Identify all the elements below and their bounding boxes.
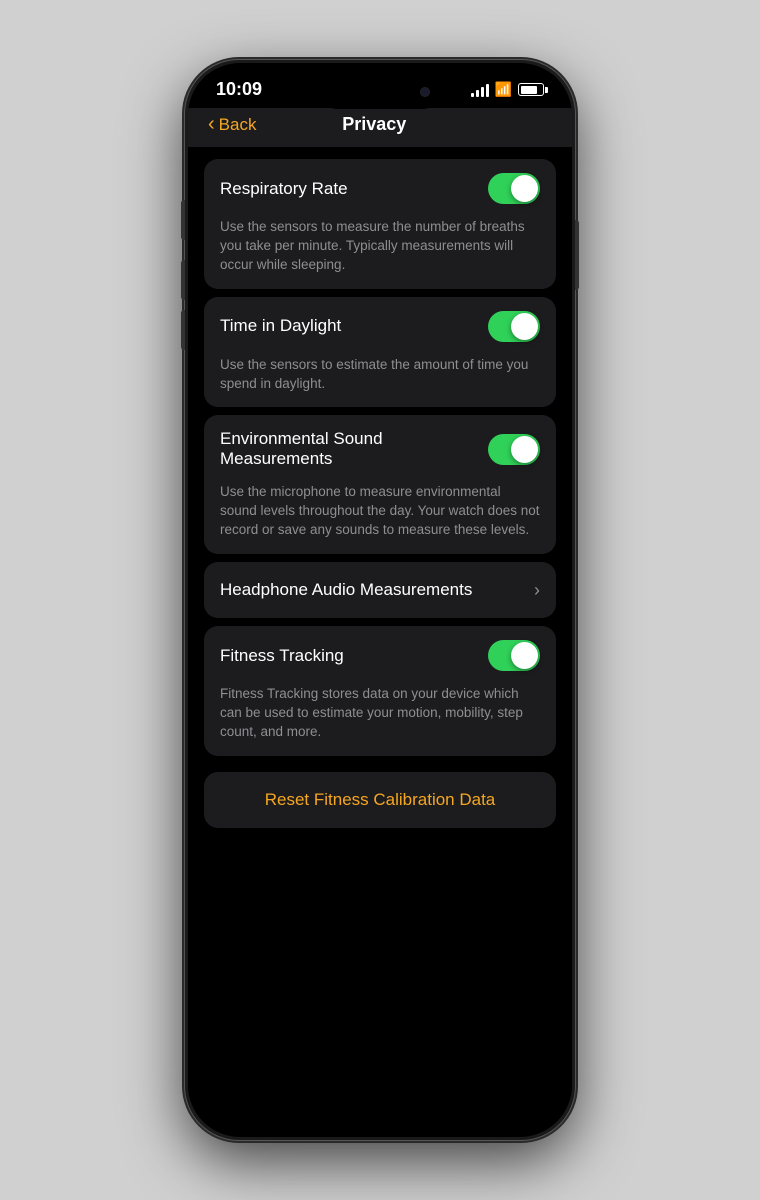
toggle-knob — [511, 642, 538, 669]
back-label: Back — [219, 115, 257, 135]
headphone-audio-label: Headphone Audio Measurements — [220, 580, 526, 600]
reset-fitness-button[interactable]: Reset Fitness Calibration Data — [204, 772, 556, 828]
environmental-sound-toggle[interactable] — [488, 434, 540, 465]
status-bar: 10:09 📶 — [188, 63, 572, 108]
wifi-icon: 📶 — [495, 81, 512, 98]
time-in-daylight-description: Use the sensors to estimate the amount o… — [204, 356, 556, 408]
environmental-sound-description: Use the microphone to measure environmen… — [204, 483, 556, 554]
environmental-sound-label: Environmental Sound Measurements — [220, 429, 488, 469]
environmental-sound-card: Environmental Sound Measurements Use the… — [204, 415, 556, 554]
camera-dot — [420, 87, 430, 97]
status-time: 10:09 — [216, 79, 262, 100]
fitness-tracking-card: Fitness Tracking Fitness Tracking stores… — [204, 626, 556, 756]
back-chevron-icon: ‹ — [208, 114, 215, 134]
fitness-tracking-toggle[interactable] — [488, 640, 540, 671]
page-title: Privacy — [256, 114, 492, 135]
scroll-content[interactable]: Respiratory Rate Use the sensors to meas… — [188, 147, 572, 1101]
battery-icon — [518, 83, 544, 96]
respiratory-rate-label: Respiratory Rate — [220, 179, 488, 199]
respiratory-rate-toggle[interactable] — [488, 173, 540, 204]
headphone-audio-row[interactable]: Headphone Audio Measurements › — [204, 562, 556, 618]
nav-bar: ‹ Back Privacy — [188, 108, 572, 147]
toggle-knob — [511, 175, 538, 202]
dynamic-island — [320, 75, 440, 109]
time-in-daylight-card: Time in Daylight Use the sensors to esti… — [204, 297, 556, 408]
reset-card: Reset Fitness Calibration Data — [204, 772, 556, 828]
status-icons: 📶 — [471, 81, 544, 98]
respiratory-rate-row[interactable]: Respiratory Rate — [204, 159, 556, 218]
respiratory-rate-card: Respiratory Rate Use the sensors to meas… — [204, 159, 556, 289]
fitness-tracking-description: Fitness Tracking stores data on your dev… — [204, 685, 556, 756]
chevron-right-icon: › — [534, 580, 540, 601]
battery-fill — [521, 86, 538, 94]
headphone-audio-card: Headphone Audio Measurements › — [204, 562, 556, 618]
phone-frame: 10:09 📶 ‹ Back — [185, 60, 575, 1140]
toggle-knob — [511, 313, 538, 340]
time-in-daylight-row[interactable]: Time in Daylight — [204, 297, 556, 356]
respiratory-rate-description: Use the sensors to measure the number of… — [204, 218, 556, 289]
signal-icon — [471, 83, 489, 97]
back-button[interactable]: ‹ Back — [208, 115, 256, 135]
fitness-tracking-row[interactable]: Fitness Tracking — [204, 626, 556, 685]
time-in-daylight-label: Time in Daylight — [220, 316, 488, 336]
toggle-knob — [511, 436, 538, 463]
phone-screen: 10:09 📶 ‹ Back — [188, 63, 572, 1137]
reset-fitness-label: Reset Fitness Calibration Data — [265, 790, 496, 810]
environmental-sound-row[interactable]: Environmental Sound Measurements — [204, 415, 556, 483]
time-in-daylight-toggle[interactable] — [488, 311, 540, 342]
fitness-tracking-label: Fitness Tracking — [220, 646, 488, 666]
